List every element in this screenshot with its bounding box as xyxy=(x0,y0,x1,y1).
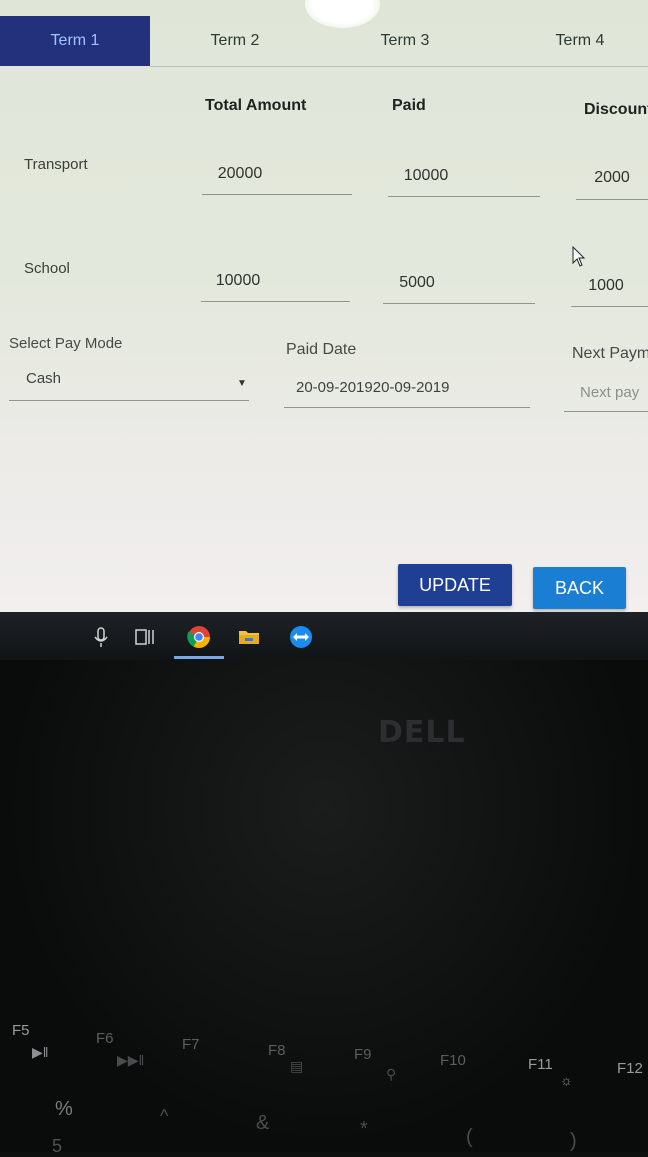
school-total-field[interactable]: 10000 xyxy=(198,272,278,290)
key-f7: F7 xyxy=(182,1036,200,1053)
school-paid-underline xyxy=(383,303,535,304)
next-payment-label: Next Paym xyxy=(572,345,648,362)
paid-date-field[interactable]: 20-09-201920-09-2019 xyxy=(296,379,449,396)
row-label-school: School xyxy=(24,260,70,277)
play-pause-icon: ▶‖ xyxy=(32,1044,49,1060)
key-f8: F8 xyxy=(268,1042,286,1059)
transport-discount-field[interactable]: 2000 xyxy=(572,169,648,187)
pay-mode-select[interactable]: Cash xyxy=(26,370,61,387)
brightness-icon: ☼ xyxy=(560,1072,573,1088)
key-caret: ^ xyxy=(160,1106,169,1126)
next-payment-underline xyxy=(564,411,648,412)
search-icon: ⚲ xyxy=(386,1066,397,1082)
school-discount-field[interactable]: 1000 xyxy=(566,277,646,295)
laptop-keyboard-area: DELL F5 F6 F7 F8 F9 F10 F11 F12 ▶‖ ▶▶‖ ▤… xyxy=(0,660,648,1156)
key-ampersand: & xyxy=(256,1112,270,1134)
tab-term-4[interactable]: Term 4 xyxy=(505,16,648,66)
key-open-paren: ( xyxy=(466,1126,473,1148)
school-discount-underline xyxy=(571,306,648,307)
header-paid: Paid xyxy=(392,97,426,114)
task-view-icon[interactable] xyxy=(132,624,158,650)
tab-term-1[interactable]: Term 1 xyxy=(0,16,150,66)
school-total-underline xyxy=(201,301,350,302)
tab-term-3[interactable]: Term 3 xyxy=(330,16,480,66)
dropdown-arrow-icon[interactable]: ▼ xyxy=(237,378,247,389)
transport-total-underline xyxy=(202,194,352,195)
file-explorer-icon[interactable] xyxy=(236,624,262,650)
active-app-indicator xyxy=(174,656,224,659)
update-button[interactable]: UPDATE xyxy=(398,564,512,606)
pay-mode-label: Select Pay Mode xyxy=(9,335,123,352)
key-f5: F5 xyxy=(12,1022,30,1039)
row-label-transport: Transport xyxy=(24,156,88,173)
teamviewer-icon[interactable] xyxy=(288,624,314,650)
display-switch-icon: ▤ xyxy=(290,1058,304,1074)
school-paid-field[interactable]: 5000 xyxy=(377,274,457,292)
windows-taskbar xyxy=(0,612,648,660)
transport-paid-underline xyxy=(388,196,540,197)
next-track-icon: ▶▶‖ xyxy=(117,1052,145,1068)
transport-paid-field[interactable]: 10000 xyxy=(386,167,466,185)
paid-date-label: Paid Date xyxy=(286,341,357,358)
header-discount: Discount xyxy=(584,101,648,118)
pay-mode-underline xyxy=(9,400,249,401)
key-asterisk: * xyxy=(360,1118,368,1140)
tab-divider xyxy=(150,66,648,67)
app-screen: Term 1 Term 2 Term 3 Term 4 Total Amount… xyxy=(0,0,648,612)
term-tabs: Term 1 Term 2 Term 3 Term 4 xyxy=(0,16,648,66)
key-f9: F9 xyxy=(354,1046,372,1063)
microphone-icon[interactable] xyxy=(88,624,114,650)
key-f12: F12 xyxy=(617,1060,643,1077)
paid-date-underline xyxy=(284,407,530,408)
back-button[interactable]: BACK xyxy=(533,567,626,609)
key-f11: F11 xyxy=(528,1056,553,1073)
dell-logo: DELL xyxy=(378,715,466,750)
mouse-cursor-icon xyxy=(572,246,586,267)
transport-total-field[interactable]: 20000 xyxy=(200,165,280,183)
key-f10: F10 xyxy=(440,1052,466,1069)
key-f6: F6 xyxy=(96,1030,114,1047)
transport-discount-underline xyxy=(576,199,648,200)
key-percent: % xyxy=(55,1098,73,1120)
next-payment-field[interactable]: Next pay xyxy=(580,384,639,401)
key-close-paren: ) xyxy=(570,1130,577,1152)
key-5: 5 xyxy=(52,1136,63,1156)
tab-term-2[interactable]: Term 2 xyxy=(160,16,310,66)
chrome-icon[interactable] xyxy=(186,624,212,650)
header-total-amount: Total Amount xyxy=(205,97,307,114)
